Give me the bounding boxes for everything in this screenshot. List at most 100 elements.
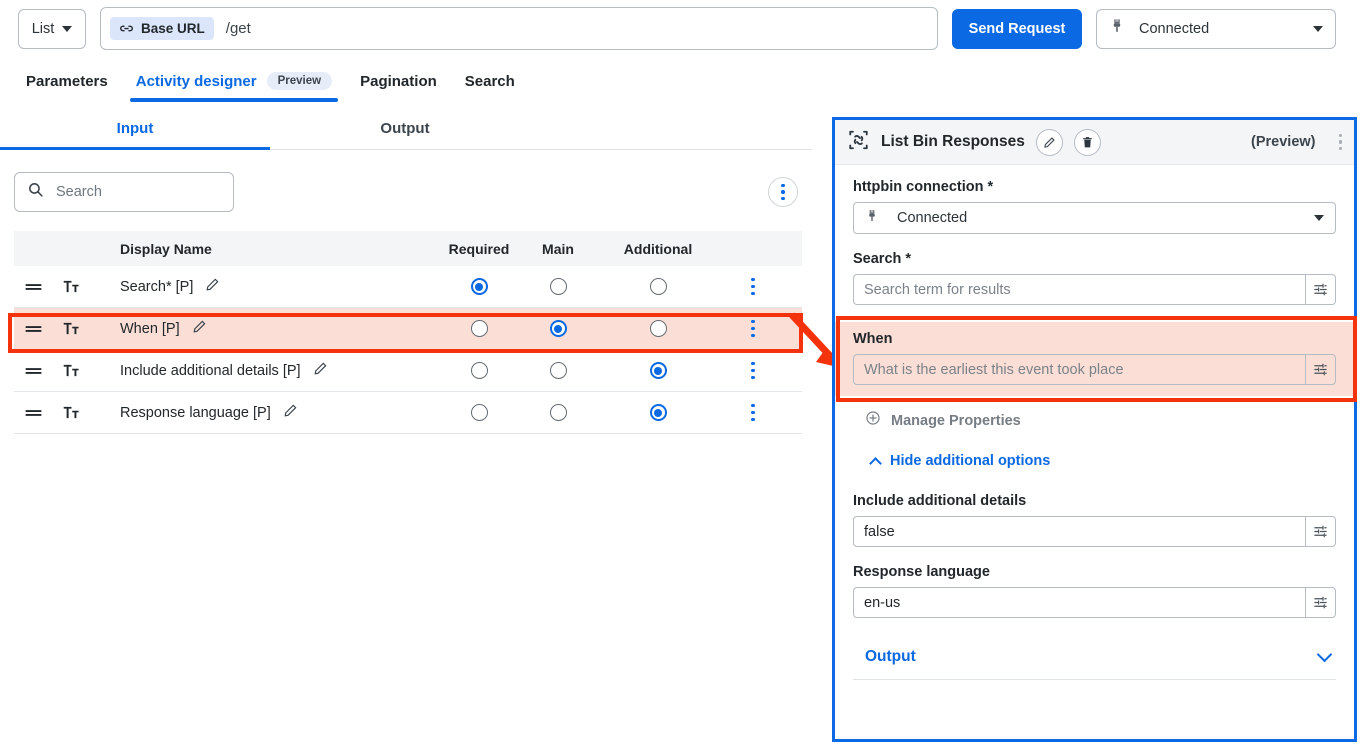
radio-main[interactable] [549, 362, 567, 379]
edit-row-pencil-icon[interactable] [205, 277, 220, 296]
list-mode-dropdown[interactable]: List [18, 8, 86, 49]
url-path-text[interactable]: /get [226, 20, 251, 37]
table-row[interactable]: Response language [P] [14, 392, 802, 434]
radio-additional[interactable] [649, 320, 667, 337]
field-response-language-expression-icon[interactable] [1305, 587, 1336, 618]
panel-body: httpbin connection * Connected Search * [835, 165, 1354, 680]
httpbin-connection-value: Connected [897, 210, 968, 226]
field-response-language-row [853, 587, 1336, 618]
plug-icon [865, 208, 879, 229]
search-input[interactable] [54, 183, 204, 201]
table-header-row: Display Name Required Main Additional [14, 231, 802, 266]
field-when-label: When [853, 331, 893, 347]
output-section-toggle[interactable]: Output [853, 646, 1336, 680]
edit-row-pencil-icon[interactable] [283, 403, 298, 422]
drag-handle-icon[interactable] [14, 323, 52, 335]
radio-required[interactable] [470, 278, 488, 295]
field-search-input[interactable] [853, 274, 1305, 305]
row-display-name: Include additional details [P] [120, 362, 301, 379]
connection-dropdown[interactable]: Connected [1096, 8, 1336, 49]
search-box[interactable] [14, 172, 234, 212]
connection-value: Connected [1139, 20, 1210, 37]
table-row[interactable]: Search* [P] [14, 266, 802, 308]
row-kebab-icon[interactable] [751, 361, 755, 380]
field-search-expression-icon[interactable] [1305, 274, 1336, 305]
radio-main[interactable] [549, 404, 567, 421]
row-display-name: When [P] [120, 320, 180, 337]
field-include-details-expression-icon[interactable] [1305, 516, 1336, 547]
output-section-label: Output [865, 648, 916, 665]
tab-parameters[interactable]: Parameters [12, 60, 122, 102]
hide-additional-options-label: Hide additional options [890, 453, 1051, 469]
field-when-expression-icon[interactable] [1305, 354, 1336, 385]
list-mode-label: List [31, 20, 55, 37]
field-include-details-label: Include additional details [853, 493, 1027, 509]
httpbin-connection-dropdown[interactable]: Connected [853, 202, 1336, 234]
row-kebab-icon[interactable] [751, 319, 755, 338]
edit-row-pencil-icon[interactable] [192, 319, 207, 338]
column-display-name: Display Name [120, 240, 212, 257]
drag-handle-icon[interactable] [14, 281, 52, 293]
activity-panel: List Bin Responses (Preview) httpbin con… [832, 117, 1357, 742]
radio-main[interactable] [549, 278, 567, 295]
panel-kebab-icon[interactable] [1338, 133, 1342, 151]
base-url-chip-label: Base URL [141, 21, 205, 36]
table-row[interactable]: When [P] [14, 308, 802, 350]
tab-activity-designer-label: Activity designer [135, 72, 257, 90]
column-additional: Additional [623, 240, 693, 257]
text-type-icon [52, 405, 90, 420]
panel-header: List Bin Responses (Preview) [835, 120, 1354, 165]
panel-preview-label: (Preview) [1251, 134, 1316, 150]
manage-properties-button[interactable]: Manage Properties [853, 410, 1336, 431]
hide-additional-options-button[interactable]: Hide additional options [853, 453, 1336, 470]
app-root: List Base URL /get Send Request Connecte… [0, 0, 1361, 747]
tab-parameters-label: Parameters [26, 72, 108, 90]
chevron-down-icon [1313, 25, 1323, 32]
row-kebab-icon[interactable] [751, 277, 755, 296]
table-options-kebab-icon[interactable] [768, 177, 798, 207]
chevron-up-icon [869, 456, 882, 470]
panel-title: List Bin Responses [881, 133, 1025, 150]
send-request-button[interactable]: Send Request [952, 8, 1082, 49]
chevron-down-icon [62, 25, 73, 32]
row-kebab-icon[interactable] [751, 403, 755, 422]
drag-handle-icon[interactable] [14, 407, 52, 419]
trash-icon[interactable] [1073, 128, 1101, 156]
top-toolbar: List Base URL /get Send Request Connecte… [0, 0, 1361, 57]
main-tabs: Parameters Activity designer Preview Pag… [0, 60, 830, 104]
edit-row-pencil-icon[interactable] [313, 361, 328, 380]
field-when-input[interactable] [853, 354, 1305, 385]
radio-main[interactable] [549, 320, 567, 337]
tab-pagination[interactable]: Pagination [346, 60, 451, 102]
field-response-language-label: Response language [853, 564, 990, 580]
table-row[interactable]: Include additional details [P] [14, 350, 802, 392]
tab-input[interactable]: Input [0, 112, 270, 150]
radio-required[interactable] [470, 404, 488, 421]
preview-badge: Preview [266, 72, 333, 90]
plus-circle-icon [865, 410, 881, 431]
field-when-row [853, 354, 1336, 385]
radio-additional[interactable] [649, 404, 667, 421]
radio-additional[interactable] [649, 362, 667, 379]
drag-handle-icon[interactable] [14, 365, 52, 377]
pencil-icon[interactable] [1035, 128, 1063, 156]
url-input-bar[interactable]: Base URL /get [100, 7, 938, 50]
chevron-down-icon [1316, 646, 1333, 663]
httpbin-connection-label: httpbin connection * [853, 179, 994, 195]
field-search-label: Search * [853, 251, 912, 267]
io-tabs: Input Output [0, 112, 812, 150]
tab-search-label: Search [464, 72, 515, 90]
tab-activity-designer[interactable]: Activity designer Preview [122, 60, 346, 102]
row-display-name: Response language [P] [120, 404, 271, 421]
field-search-row [853, 274, 1336, 305]
radio-required[interactable] [470, 320, 488, 337]
field-include-details-row [853, 516, 1336, 547]
radio-required[interactable] [470, 362, 488, 379]
radio-additional[interactable] [649, 278, 667, 295]
field-response-language-input[interactable] [853, 587, 1305, 618]
tab-search[interactable]: Search [451, 60, 529, 102]
properties-table: Display Name Required Main Additional Se… [14, 231, 802, 434]
field-include-details-input[interactable] [853, 516, 1305, 547]
link-icon [119, 21, 134, 36]
tab-output[interactable]: Output [270, 112, 540, 149]
